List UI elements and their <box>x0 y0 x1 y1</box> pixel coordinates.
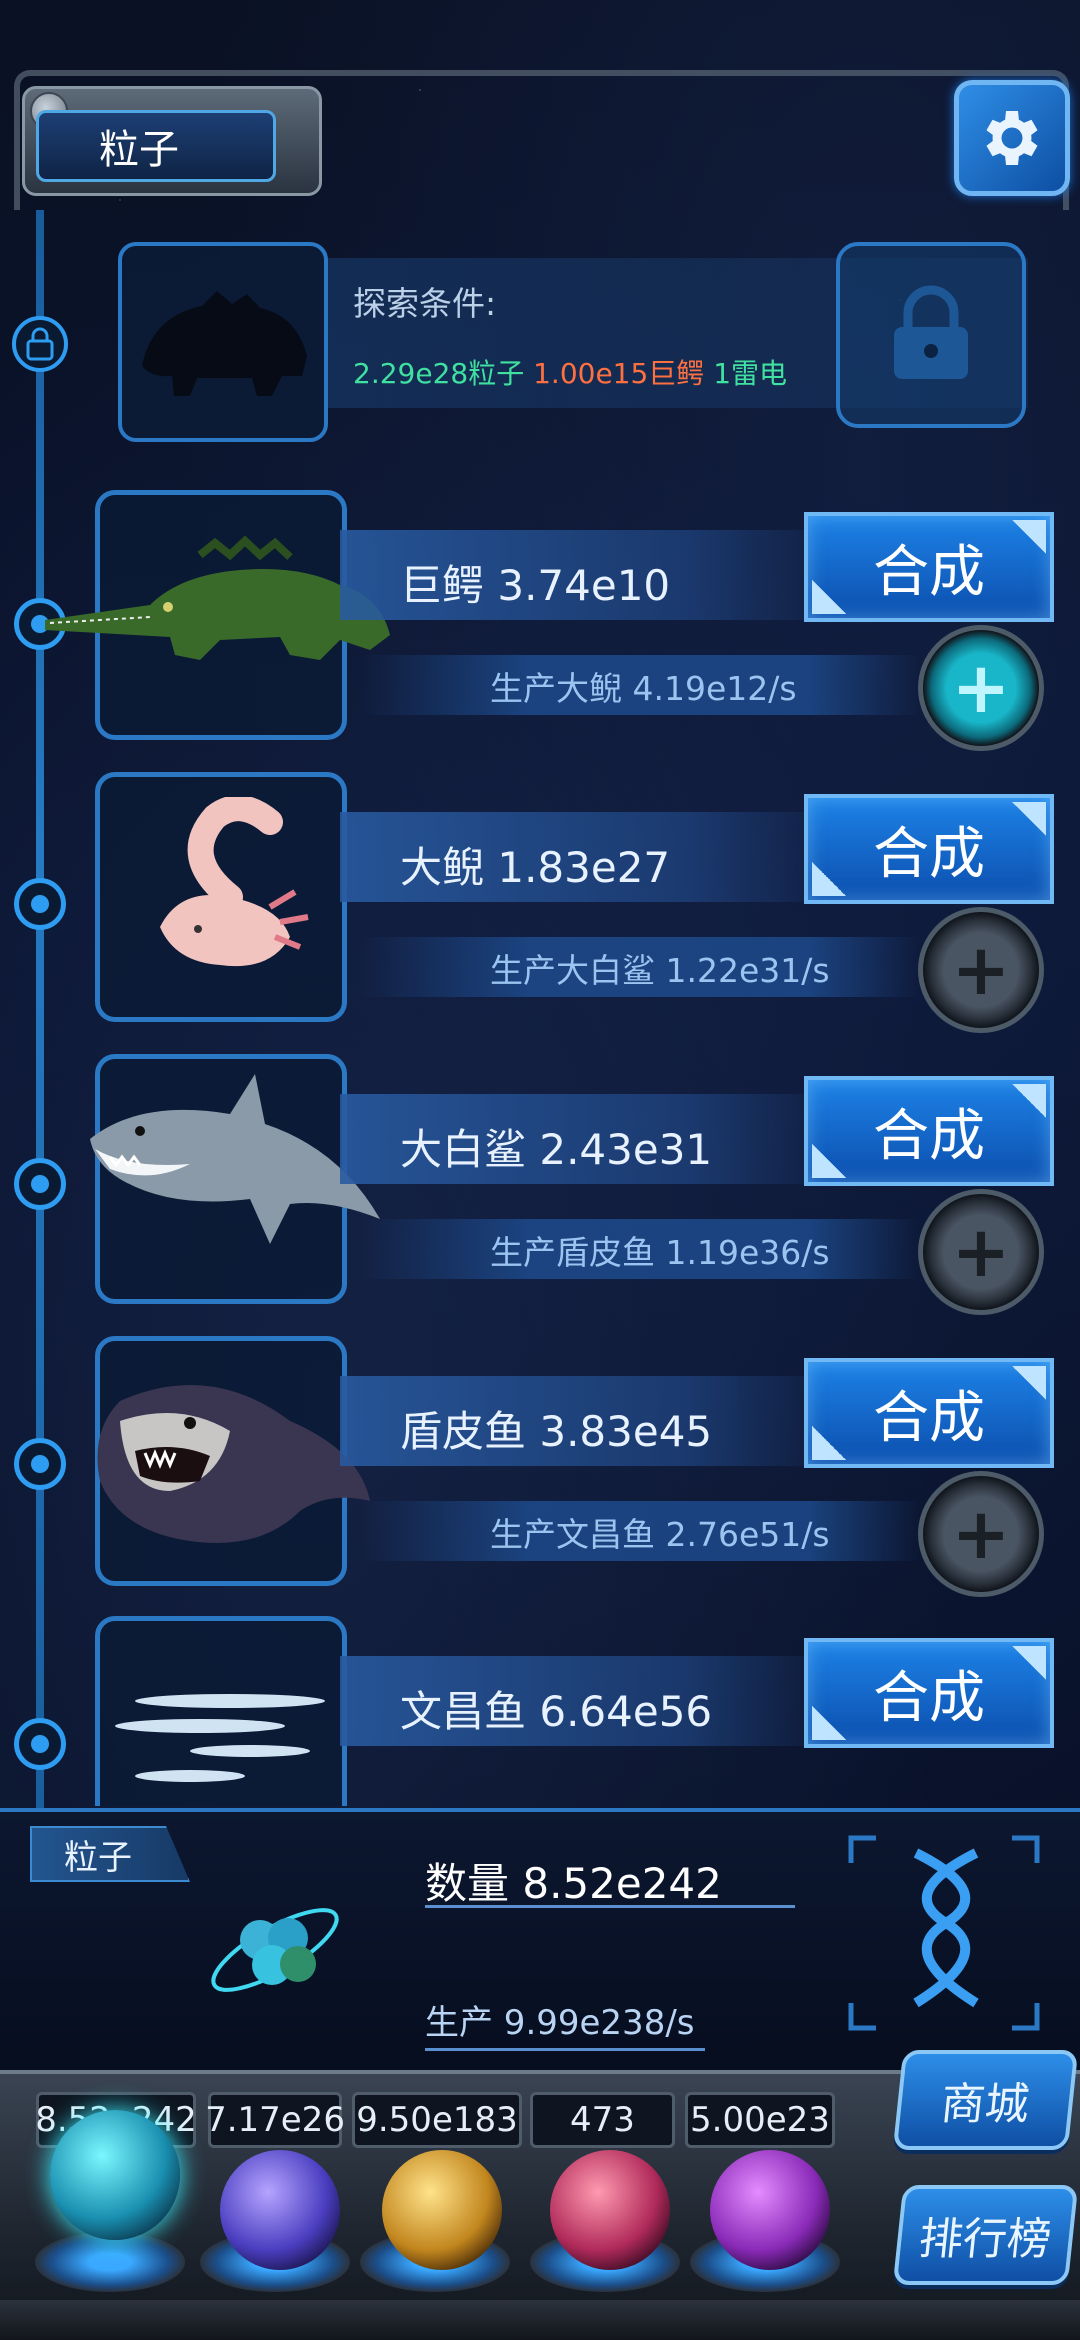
synthesize-label: 合成 <box>873 539 985 605</box>
add-button[interactable]: + <box>918 907 1044 1033</box>
shop-button[interactable]: 商城 <box>892 2050 1079 2150</box>
condition-requirements: 2.29e28粒子 1.00e15巨鳄 1雷电 <box>353 352 787 392</box>
synthesize-button[interactable]: 合成 <box>804 1076 1054 1186</box>
creature-production: 生产文昌鱼 2.76e51/s <box>490 1515 830 1554</box>
leaderboard-button[interactable]: 排行榜 <box>892 2185 1079 2285</box>
creature-row: 巨鳄 3.74e10 生产大鲵 4.19e12/s 合成 + <box>0 490 1080 751</box>
synthesize-button[interactable]: 合成 <box>804 1358 1054 1468</box>
vortex-orb-icon[interactable] <box>710 2150 830 2270</box>
synthesize-label: 合成 <box>873 1103 985 1169</box>
creature-portrait <box>95 1616 347 1806</box>
plus-icon: + <box>951 1211 1011 1293</box>
req-thunder: 1雷电 <box>713 357 788 390</box>
synthesize-button[interactable]: 合成 <box>804 512 1054 622</box>
creature-portrait <box>95 772 347 1022</box>
inventory-value: 9.50e183 <box>352 2092 522 2148</box>
creature-row: 大白鲨 2.43e31 生产盾皮鱼 1.19e36/s 合成 + <box>0 1054 1080 1315</box>
synthesize-label: 合成 <box>873 1385 985 1451</box>
rate-underline <box>425 2048 705 2051</box>
atom-icon <box>211 1908 339 1992</box>
add-button[interactable]: + <box>918 1471 1044 1597</box>
resource-count: 数量 8.52e242 <box>425 1859 722 1908</box>
brain-orb-icon[interactable] <box>550 2150 670 2270</box>
particle-orb-icon[interactable] <box>50 2110 180 2240</box>
plus-icon: + <box>951 647 1011 729</box>
locked-silhouette <box>118 242 328 442</box>
resource-tag: 粒子 <box>30 1826 190 1882</box>
unlock-button[interactable] <box>836 242 1026 428</box>
dna-icon <box>848 1835 1040 2031</box>
creature-row: 盾皮鱼 3.83e45 生产文昌鱼 2.76e51/s 合成 + <box>0 1336 1080 1597</box>
settings-button[interactable] <box>954 80 1070 196</box>
galaxy-orb-icon[interactable] <box>382 2150 502 2270</box>
synthesize-button[interactable]: 合成 <box>804 794 1054 904</box>
inventory-value: 7.17e26 <box>205 2092 345 2148</box>
add-button[interactable]: + <box>918 625 1044 751</box>
resource-tag-label: 粒子 <box>64 1837 132 1878</box>
condition-label: 探索条件: <box>353 284 497 323</box>
leaderboard-label: 排行榜 <box>916 2214 1054 2265</box>
locked-creature-card: 探索条件: 2.29e28粒子 1.00e15巨鳄 1雷电 <box>118 232 1028 444</box>
inventory-value: 473 <box>530 2092 675 2148</box>
thunder-orb-icon[interactable] <box>220 2150 340 2270</box>
req-crocodile: 1.00e15巨鳄 <box>533 357 705 390</box>
plus-icon: + <box>951 929 1011 1011</box>
rail-lock-node <box>12 316 68 372</box>
creature-production: 生产大鲵 4.19e12/s <box>490 669 797 708</box>
creature-portrait <box>90 1054 380 1304</box>
synthesize-label: 合成 <box>873 821 985 887</box>
dunkleosteus-icon <box>97 1385 370 1543</box>
inventory-value: 5.00e23 <box>685 2092 835 2148</box>
lock-icon <box>894 285 968 379</box>
resource-title-label: 粒子 <box>99 127 179 173</box>
axolotl-icon <box>160 797 309 967</box>
creature-row: 大鲵 1.83e27 生产大白鲨 1.22e31/s 合成 + <box>0 772 1080 1033</box>
resource-title[interactable]: 粒子 <box>36 110 276 182</box>
lock-icon <box>26 327 54 361</box>
bottom-rim <box>0 2300 1080 2340</box>
creature-portrait <box>95 1336 370 1586</box>
add-button[interactable]: + <box>918 1189 1044 1315</box>
creature-production: 生产大白鲨 1.22e31/s <box>490 951 830 990</box>
creature-name: 大鲵 1.83e27 <box>400 843 671 892</box>
creature-name: 大白鲨 2.43e31 <box>400 1125 713 1174</box>
synthesize-label: 合成 <box>873 1665 985 1731</box>
creature-name: 巨鳄 3.74e10 <box>400 561 671 610</box>
lancelet-icon <box>115 1694 325 1782</box>
creature-name: 盾皮鱼 3.83e45 <box>400 1407 713 1456</box>
orb-pedestal <box>35 2232 185 2292</box>
plus-icon: + <box>951 1493 1011 1575</box>
req-particles: 2.29e28粒子 <box>353 357 525 390</box>
gear-icon <box>986 111 1038 165</box>
creature-name: 文昌鱼 6.64e56 <box>400 1687 713 1736</box>
synthesize-button[interactable]: 合成 <box>804 1638 1054 1748</box>
creature-production: 生产盾皮鱼 1.19e36/s <box>490 1233 830 1272</box>
shop-label: 商城 <box>938 2079 1032 2130</box>
creature-portrait <box>45 490 390 740</box>
resource-rate: 生产 9.99e238/s <box>425 2003 695 2043</box>
creature-row: 文昌鱼 6.64e56 合成 <box>0 1616 1080 1806</box>
creature-silhouette-icon <box>142 291 307 396</box>
